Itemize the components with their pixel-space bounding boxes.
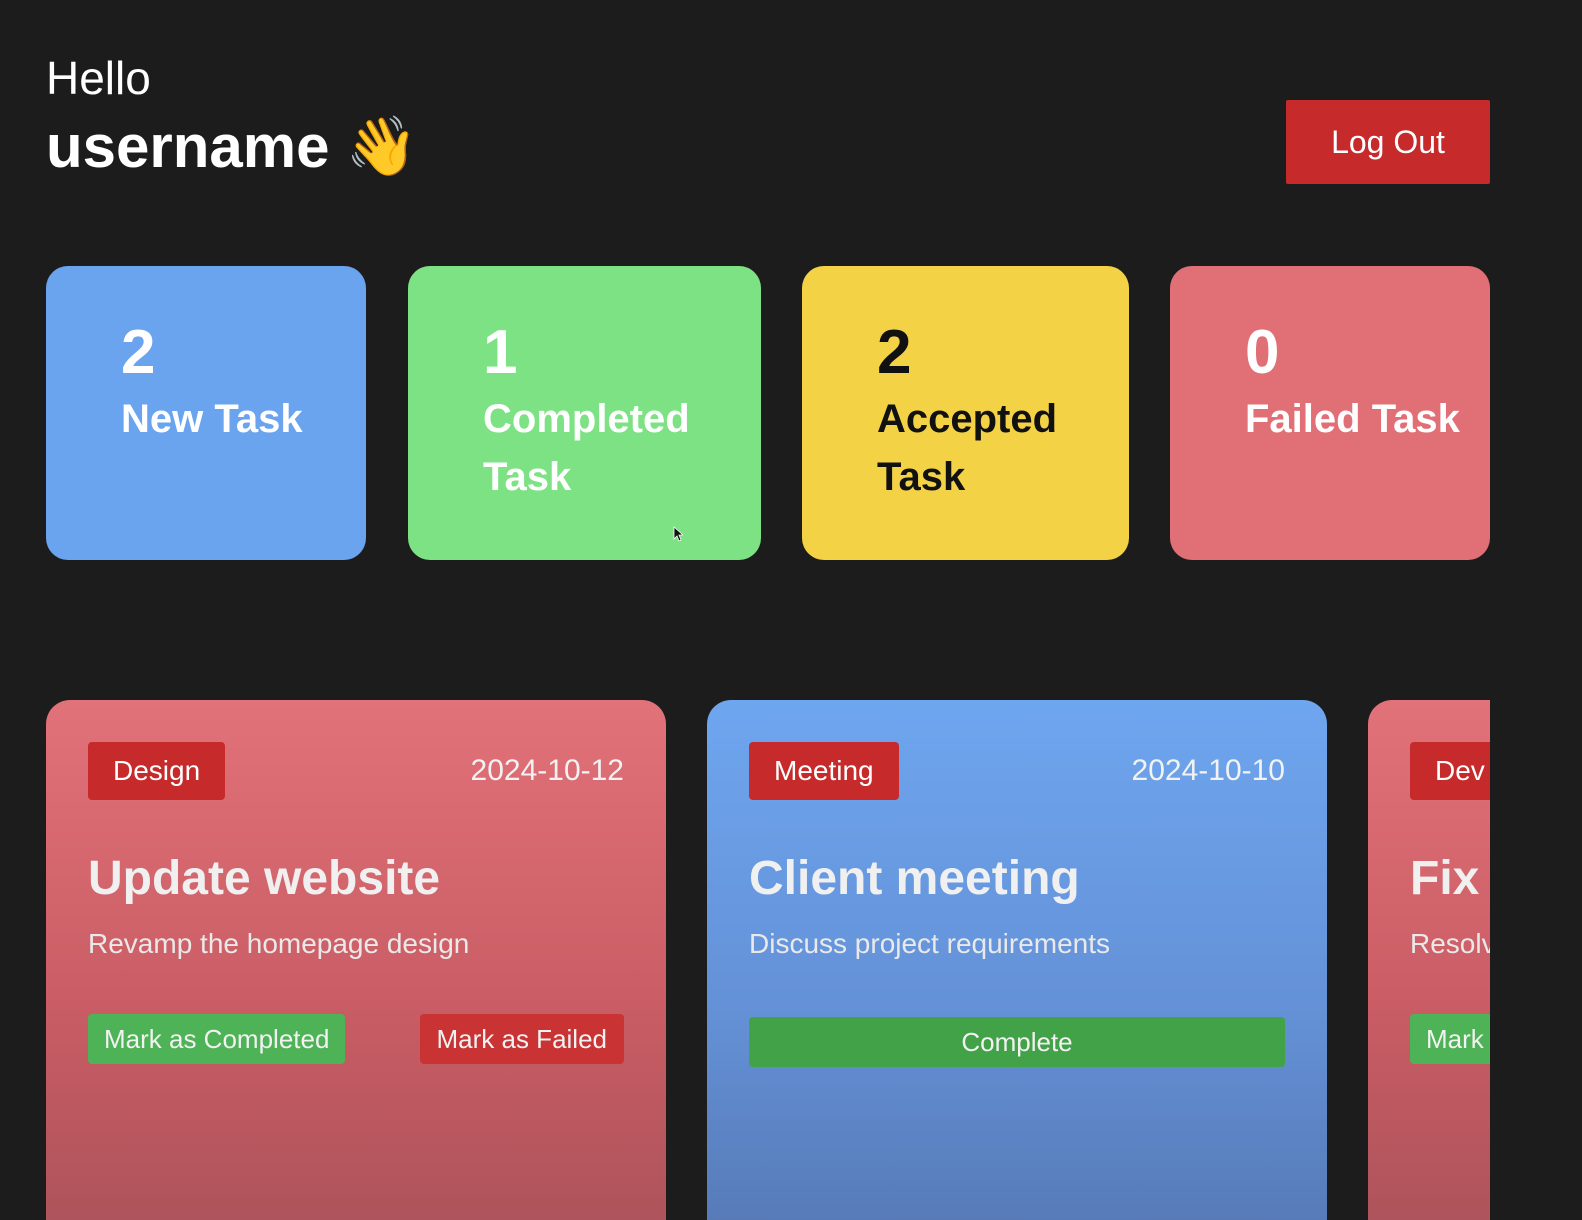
task-card-header: Dev [1410,742,1490,800]
category-badge: Dev [1410,742,1490,800]
mark-failed-button[interactable]: Mark as Failed [419,1014,624,1064]
stat-card-failed: 0 Failed Task [1170,266,1490,560]
mark-completed-button[interactable]: Mark [1410,1014,1490,1064]
username-row: username 👋 [46,112,418,182]
stat-label: Failed Task [1245,397,1460,441]
waving-hand-icon: 👋 [345,114,418,179]
greeting-text: Hello [46,52,151,104]
task-card: Dev Fix Resolv Mark [1368,700,1490,1220]
complete-button[interactable]: Complete [749,1017,1285,1067]
stat-card-accepted: 2 Accepted Task [802,266,1129,560]
stat-label: Completed Task [483,397,690,499]
task-card-header: Meeting 2024-10-10 [749,742,1285,800]
task-title: Client meeting [749,852,1080,905]
task-actions: Mark [1410,1014,1490,1064]
stat-count: 2 [121,318,156,387]
task-title: Update website [88,852,441,905]
task-title: Fix [1410,852,1480,905]
mark-completed-button[interactable]: Mark as Completed [88,1014,346,1064]
stat-count: 1 [483,318,518,387]
task-description: Discuss project requirements [749,928,1111,959]
stat-card-completed: 1 Completed Task [408,266,761,560]
stat-label: Accepted Task [877,397,1058,499]
category-badge: Meeting [749,742,899,800]
mouse-cursor-icon [673,526,683,542]
stat-card-new: 2 New Task [46,266,366,560]
stat-count: 0 [1245,318,1280,387]
stat-label: New Task [121,397,303,441]
task-date: 2024-10-12 [470,754,624,787]
task-date: 2024-10-10 [1131,754,1285,787]
task-card: Meeting 2024-10-10 Client meeting Discus… [707,700,1327,1220]
username-text: username [46,113,330,180]
task-description: Revamp the homepage design [88,928,470,959]
task-description: Resolv [1410,928,1490,959]
task-actions: Mark as Completed Mark as Failed [88,1014,624,1064]
logout-button[interactable]: Log Out [1286,100,1490,184]
greeting-header: Hello username 👋 [46,50,418,182]
task-card-header: Design 2024-10-12 [88,742,624,800]
task-card: Design 2024-10-12 Update website Revamp … [46,700,666,1220]
category-badge: Design [88,742,226,800]
task-list[interactable]: Design 2024-10-12 Update website Revamp … [0,700,1490,1220]
stat-count: 2 [877,318,912,387]
